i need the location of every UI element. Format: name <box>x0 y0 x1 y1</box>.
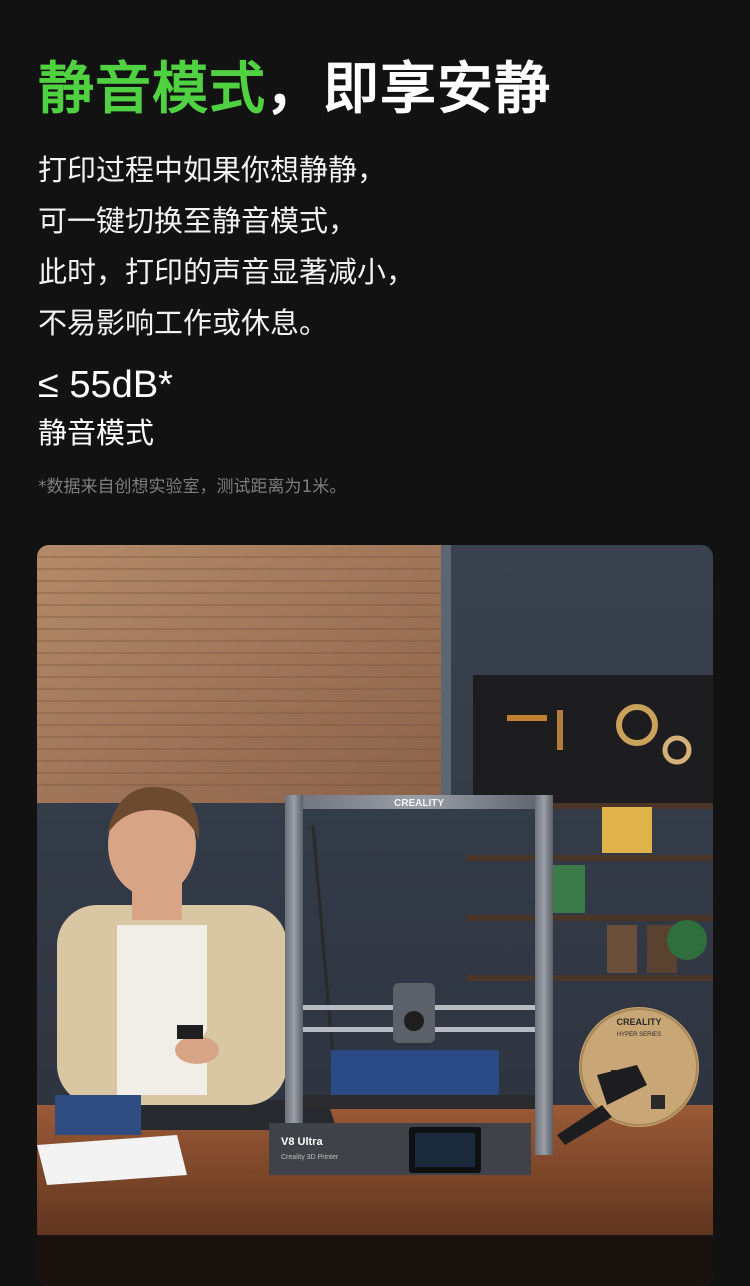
noise-level-label: 静音模式 <box>38 416 155 450</box>
spool-brand-label: CREALITY <box>617 1017 662 1027</box>
printer-model-label: V8 Ultra <box>281 1136 323 1148</box>
description-line: 打印过程中如果你想静静， <box>38 153 387 187</box>
noise-level-value: ≤ 55dB* <box>38 364 173 406</box>
spool-series-label: HYPER SERIES <box>617 1032 661 1038</box>
product-scene-illustration: CREALITY V8 Ultra Creality 3D Printer CR… <box>37 545 713 1286</box>
footnote: *数据来自创想实验室，测试距离为1米。 <box>38 477 347 497</box>
page-headline: 静音模式，即享安静 <box>38 52 551 128</box>
description-line: 可一键切换至静音模式， <box>38 204 358 238</box>
description-line: 此时，打印的声音显著减小， <box>38 255 416 289</box>
product-photo: CREALITY V8 Ultra Creality 3D Printer CR… <box>37 545 713 1286</box>
description: 打印过程中如果你想静静， 可一键切换至静音模式， 此时，打印的声音显著减小， 不… <box>38 145 678 349</box>
headline-accent: 静音模式 <box>38 57 266 122</box>
printer-brand-label: CREALITY <box>394 798 444 809</box>
description-line: 不易影响工作或休息。 <box>38 306 329 340</box>
printer-subtitle-label: Creality 3D Printer <box>281 1154 339 1161</box>
headline-rest: ，即享安静 <box>266 57 551 122</box>
